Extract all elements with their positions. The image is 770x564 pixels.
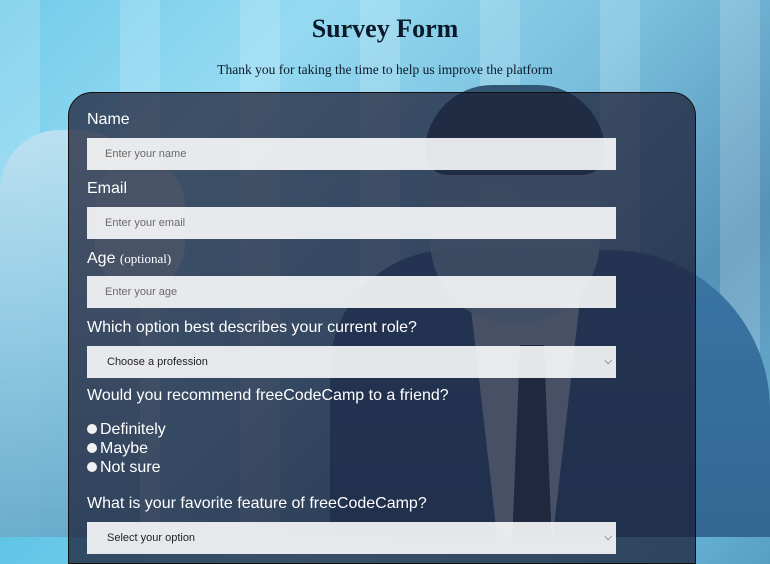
email-input[interactable] xyxy=(87,207,616,239)
role-dropdown[interactable]: Choose a profession ⌵ xyxy=(87,346,616,378)
feature-dropdown-value: Select your option xyxy=(107,532,196,544)
radio-button-icon xyxy=(87,424,97,434)
radio-label: Not sure xyxy=(100,459,161,476)
role-label: Which option best describes your current… xyxy=(87,319,417,336)
age-label-text: Age xyxy=(87,250,116,267)
radio-button-icon xyxy=(87,462,97,472)
role-dropdown-value: Choose a profession xyxy=(107,356,208,368)
email-label: Email xyxy=(87,180,128,197)
radio-maybe[interactable]: Maybe xyxy=(87,440,148,459)
age-label: Age (optional) xyxy=(87,250,171,268)
name-input[interactable] xyxy=(87,138,616,170)
page-title: Survey Form xyxy=(311,14,459,43)
radio-label: Maybe xyxy=(100,440,149,457)
age-input[interactable] xyxy=(87,276,616,308)
age-optional-text: (optional) xyxy=(119,251,172,266)
feature-label: What is your favorite feature of freeCod… xyxy=(87,495,427,512)
chevron-down-icon: ⌵ xyxy=(604,532,612,543)
radio-label: Definitely xyxy=(100,421,166,438)
radio-button-icon xyxy=(87,443,97,453)
name-label: Name xyxy=(87,111,130,128)
radio-not-sure[interactable]: Not sure xyxy=(87,459,160,478)
survey-form: Name Email Age (optional) Which option b… xyxy=(68,92,696,564)
page-description: Thank you for taking the time to help us… xyxy=(217,62,553,77)
recommend-label: Would you recommend freeCodeCamp to a fr… xyxy=(87,387,449,404)
chevron-down-icon: ⌵ xyxy=(604,356,612,367)
radio-definitely[interactable]: Definitely xyxy=(87,421,166,440)
feature-dropdown[interactable]: Select your option ⌵ xyxy=(87,522,616,554)
